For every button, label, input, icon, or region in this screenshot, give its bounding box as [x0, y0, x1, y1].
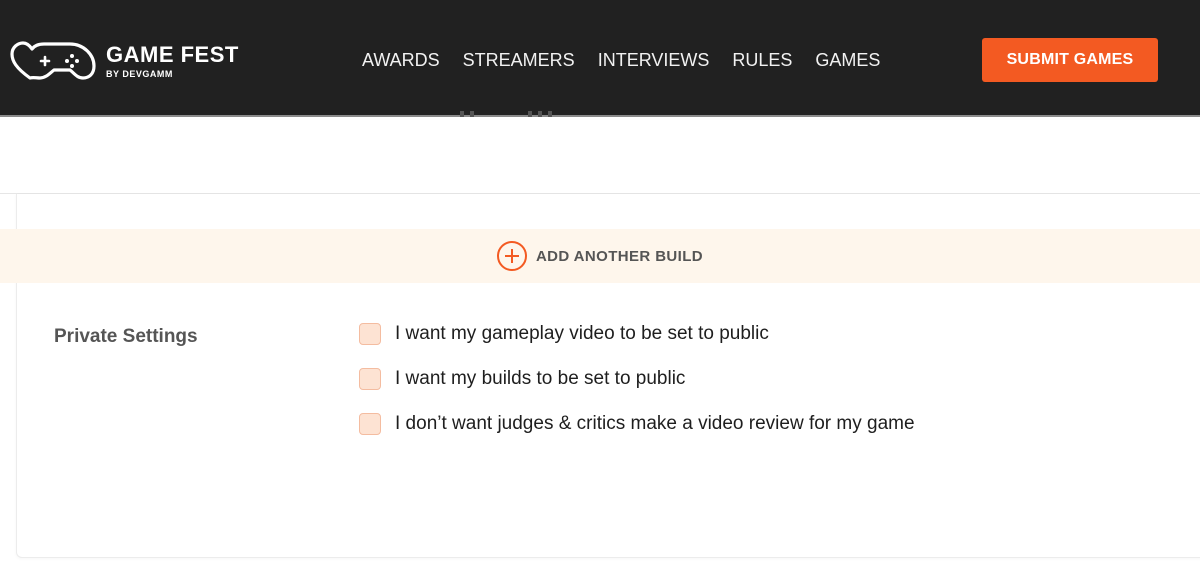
main-nav: AWARDS STREAMERS INTERVIEWS RULES GAMES — [362, 48, 903, 72]
nav-item-awards[interactable]: AWARDS — [362, 48, 440, 72]
option-no-video-review[interactable]: I don’t want judges & critics make a vid… — [359, 413, 915, 435]
add-another-build-button[interactable]: ADD ANOTHER BUILD — [496, 241, 704, 271]
nav-item-games[interactable]: GAMES — [815, 48, 880, 72]
option-label: I want my builds to be set to public — [395, 368, 686, 389]
no-video-review-checkbox[interactable] — [359, 413, 381, 435]
option-builds-public[interactable]: I want my builds to be set to public — [359, 368, 685, 390]
page: GAME FEST BY DEVGAMM AWARDS STREAMERS IN… — [0, 0, 1200, 561]
builds-public-checkbox[interactable] — [359, 368, 381, 390]
nav-item-streamers[interactable]: STREAMERS — [463, 48, 575, 72]
builds-card-top — [0, 117, 1200, 194]
plus-circle-icon — [496, 241, 527, 271]
gameplay-public-checkbox[interactable] — [359, 323, 381, 345]
submit-games-button[interactable]: SUBMIT GAMES — [982, 38, 1158, 82]
option-gameplay-public[interactable]: I want my gameplay video to be set to pu… — [359, 323, 769, 345]
private-settings-label: Private Settings — [54, 326, 198, 347]
brand-text: GAME FEST BY DEVGAMM — [106, 41, 239, 79]
nav-item-rules[interactable]: RULES — [732, 48, 792, 72]
clipped-text-fragment — [430, 111, 570, 121]
brand-title: GAME FEST — [106, 41, 239, 67]
add-build-bar: ADD ANOTHER BUILD — [0, 229, 1200, 283]
brand-subtitle: BY DEVGAMM — [106, 68, 173, 79]
add-another-build-label: ADD ANOTHER BUILD — [535, 247, 704, 265]
option-label: I don’t want judges & critics make a vid… — [395, 413, 915, 434]
brand-logo[interactable]: GAME FEST BY DEVGAMM — [10, 40, 250, 82]
site-header: GAME FEST BY DEVGAMM AWARDS STREAMERS IN… — [0, 0, 1200, 117]
nav-item-interviews[interactable]: INTERVIEWS — [598, 48, 710, 72]
option-label: I want my gameplay video to be set to pu… — [395, 323, 769, 344]
gamepad-heart-icon — [10, 41, 96, 80]
